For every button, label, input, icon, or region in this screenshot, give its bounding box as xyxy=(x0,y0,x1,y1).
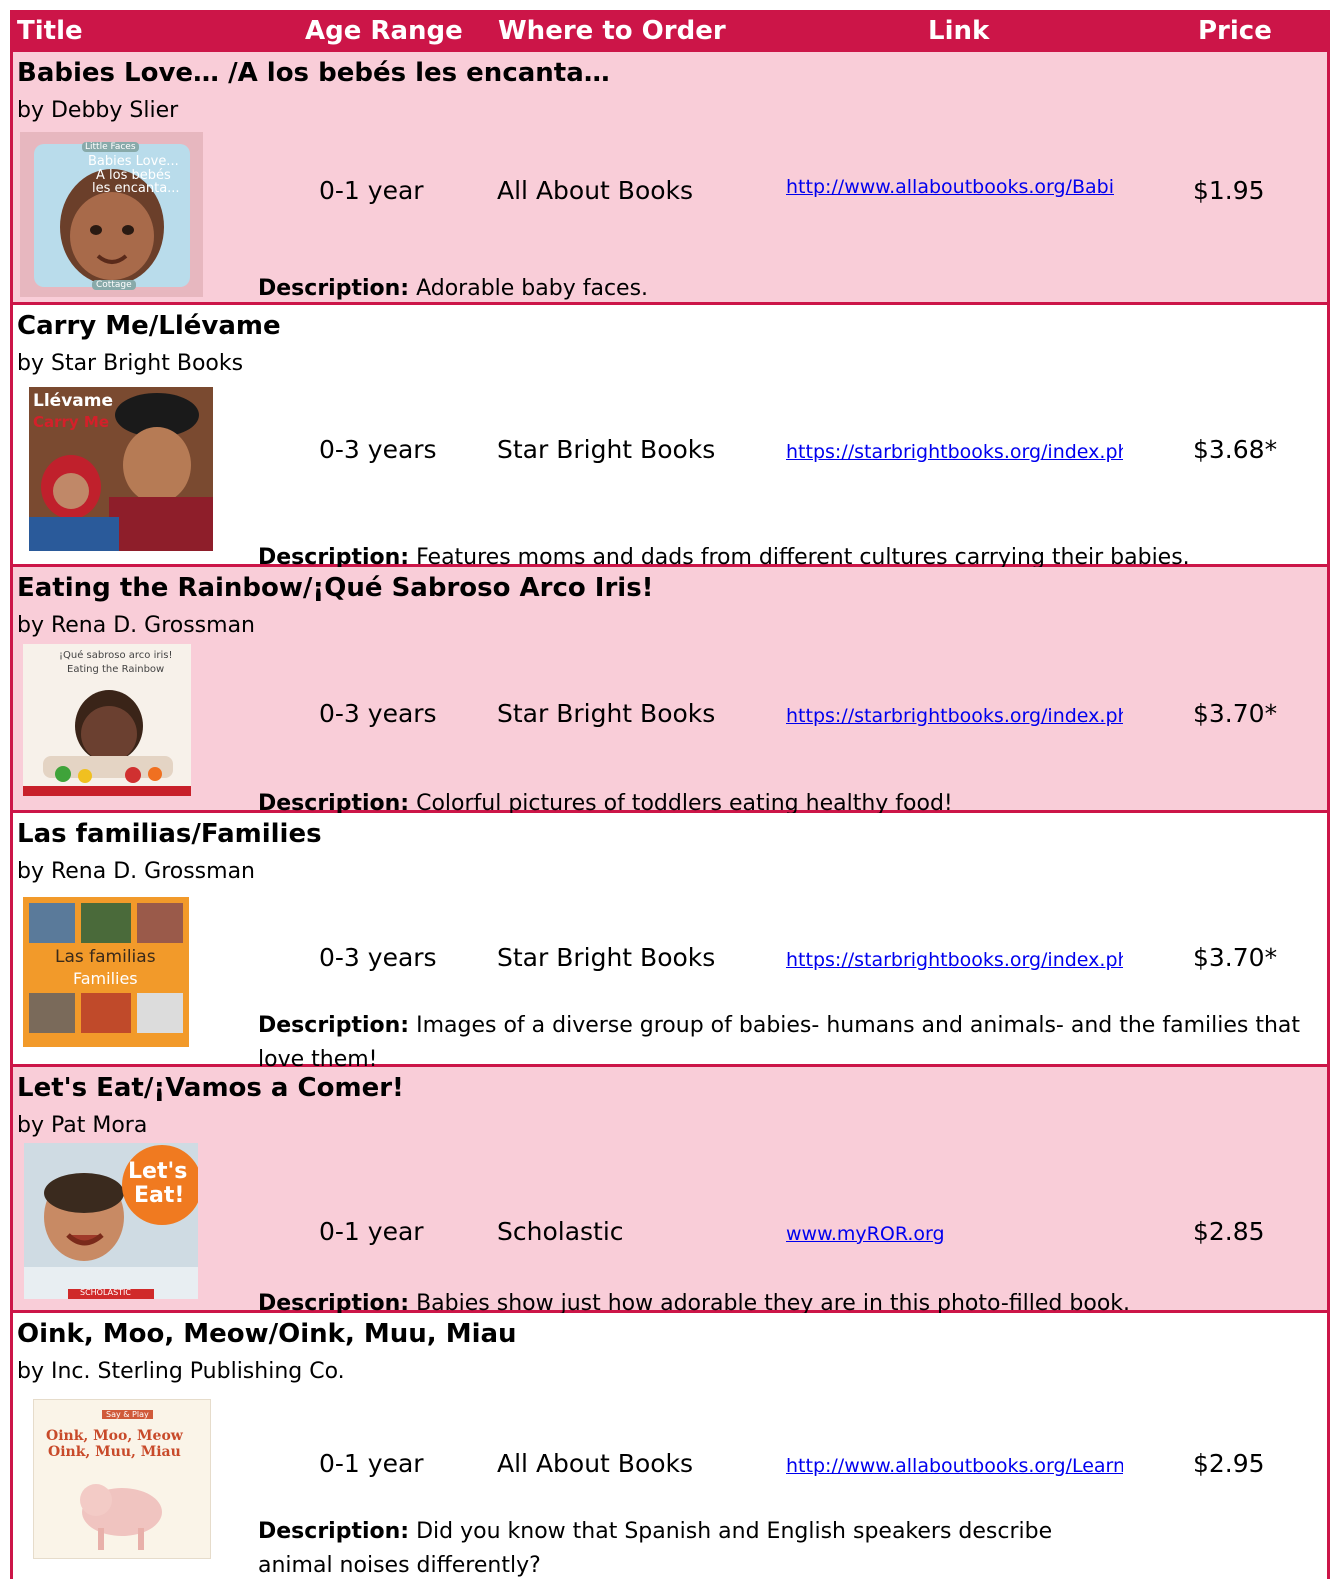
book-age-range: 0-1 year xyxy=(319,1217,424,1246)
description-label: Description: xyxy=(258,1519,410,1544)
book-row: Carry Me/Llévame by Star Bright Books Ll… xyxy=(13,305,1327,570)
description-text: Adorable baby faces. xyxy=(409,276,649,301)
book-row: Las familias/Families by Rena D. Grossma… xyxy=(13,813,1327,1072)
cover-title-line: Carry Me xyxy=(33,413,110,431)
book-cover-image: ¡Qué sabroso arco iris! Eating the Rainb… xyxy=(23,644,191,796)
book-author: by Rena D. Grossman xyxy=(17,613,256,638)
book-order-link[interactable]: https://starbrightbooks.org/index.php? xyxy=(786,949,1123,971)
description-text: Images of a diverse group of babies- hum… xyxy=(258,1013,1300,1072)
book-order-link[interactable]: https://starbrightbooks.org/index.php? xyxy=(786,441,1123,463)
book-title: Babies Love… /A los bebés les encanta… xyxy=(17,58,610,88)
book-author: by Inc. Sterling Publishing Co. xyxy=(17,1359,345,1384)
header-where-to-order: Where to Order xyxy=(498,16,726,46)
book-where-to-order: Star Bright Books xyxy=(497,699,716,728)
book-title: Let's Eat/¡Vamos a Comer! xyxy=(17,1073,404,1103)
cover-series-label: Little Faces xyxy=(82,142,139,152)
book-where-to-order: All About Books xyxy=(497,1449,694,1478)
cover-title-line: Eating the Rainbow xyxy=(67,664,165,675)
book-author: by Star Bright Books xyxy=(17,351,244,376)
book-price: $3.70* xyxy=(1193,943,1278,972)
header-link: Link xyxy=(928,16,990,46)
header-age-range: Age Range xyxy=(305,16,463,46)
cover-title-line: Babies Love... xyxy=(88,154,179,169)
cover-title-line: les encanta... xyxy=(92,181,180,196)
cover-title-line: Families xyxy=(73,969,138,988)
book-cover-image: Llévame Carry Me xyxy=(29,387,213,551)
book-description: Description: Adorable baby faces. xyxy=(258,272,1308,306)
book-price: $3.68* xyxy=(1193,435,1278,464)
book-order-link[interactable]: http://www.allaboutbooks.org/Babi xyxy=(786,176,1123,198)
cover-publisher: Cottage xyxy=(92,280,136,290)
book-cover-image: Say & Play Oink, Moo, Meow Oink, Muu, Mi… xyxy=(33,1399,211,1559)
cover-title-line: Las familias xyxy=(55,947,156,967)
book-price: $3.70* xyxy=(1193,699,1278,728)
book-author: by Debby Slier xyxy=(17,98,179,123)
cover-title-line: Oink, Muu, Miau xyxy=(48,1444,181,1460)
book-list-sheet: Title Age Range Where to Order Link Pric… xyxy=(10,10,1330,1579)
book-cover-image: Las familias Families xyxy=(23,897,189,1047)
book-age-range: 0-3 years xyxy=(319,699,437,728)
book-title: Las familias/Families xyxy=(17,819,322,849)
book-age-range: 0-1 year xyxy=(319,1449,424,1478)
book-row: Let's Eat/¡Vamos a Comer! by Pat Mora Le… xyxy=(13,1067,1327,1316)
book-where-to-order: All About Books xyxy=(497,176,694,205)
book-author: by Rena D. Grossman xyxy=(17,859,256,884)
book-row: Oink, Moo, Meow/Oink, Muu, Miau by Inc. … xyxy=(13,1313,1327,1579)
book-row: Eating the Rainbow/¡Qué Sabroso Arco Iri… xyxy=(13,567,1327,816)
header-price: Price xyxy=(1198,16,1272,46)
cover-title-line: Oink, Moo, Meow xyxy=(46,1428,183,1444)
book-cover-image: Let's Eat! SCHOLASTIC xyxy=(24,1143,198,1299)
cover-title-line: Let's xyxy=(128,1159,188,1184)
book-where-to-order: Star Bright Books xyxy=(497,943,716,972)
cover-series-label: Say & Play xyxy=(102,1410,153,1419)
book-where-to-order: Star Bright Books xyxy=(497,435,716,464)
book-title: Eating the Rainbow/¡Qué Sabroso Arco Iri… xyxy=(17,573,654,603)
book-price: $2.85 xyxy=(1193,1217,1265,1246)
description-label: Description: xyxy=(258,1013,410,1038)
book-age-range: 0-3 years xyxy=(319,435,437,464)
book-price: $1.95 xyxy=(1193,176,1265,205)
book-order-link[interactable]: https://starbrightbooks.org/index.php? xyxy=(786,705,1123,727)
cover-title-line: Llévame xyxy=(33,391,113,411)
header-title: Title xyxy=(17,16,83,46)
book-title: Carry Me/Llévame xyxy=(17,311,281,341)
book-description: Description: Did you know that Spanish a… xyxy=(258,1515,1098,1579)
cover-title-line: ¡Qué sabroso arco iris! xyxy=(59,650,173,661)
cover-title-line: Eat! xyxy=(134,1183,185,1208)
book-order-link[interactable]: www.myROR.org xyxy=(786,1223,1123,1245)
book-row: Babies Love… /A los bebés les encanta… b… xyxy=(13,52,1327,305)
book-age-range: 0-1 year xyxy=(319,176,424,205)
book-where-to-order: Scholastic xyxy=(497,1217,624,1246)
book-age-range: 0-3 years xyxy=(319,943,437,972)
book-title: Oink, Moo, Meow/Oink, Muu, Miau xyxy=(17,1319,517,1349)
book-order-link[interactable]: http://www.allaboutbooks.org/Learn-a xyxy=(786,1455,1123,1477)
description-label: Description: xyxy=(258,276,410,301)
table-header: Title Age Range Where to Order Link Pric… xyxy=(13,10,1327,52)
cover-publisher: SCHOLASTIC xyxy=(80,1288,131,1297)
book-cover-image: Little Faces Babies Love... A los bebés … xyxy=(20,132,203,297)
book-price: $2.95 xyxy=(1193,1449,1265,1478)
book-author: by Pat Mora xyxy=(17,1113,148,1138)
